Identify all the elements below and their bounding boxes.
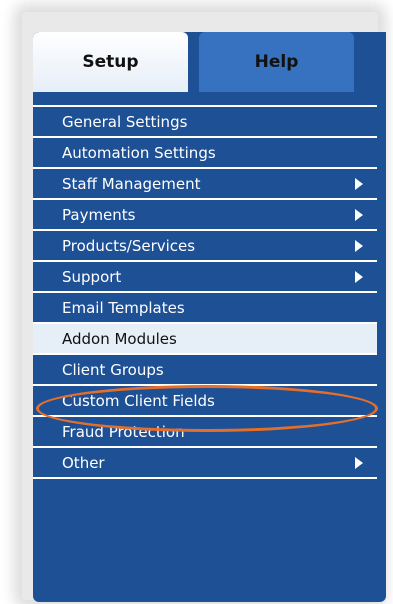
menu-item-products-services[interactable]: Products/Services [33, 229, 377, 260]
menu-item-label: Staff Management [62, 174, 201, 193]
menu-item-payments[interactable]: Payments [33, 198, 377, 229]
menu-item-general-settings[interactable]: General Settings [33, 105, 377, 136]
menu-item-client-groups[interactable]: Client Groups [33, 353, 377, 384]
menu-item-label: Fraud Protection [62, 422, 185, 441]
menu-item-email-templates[interactable]: Email Templates [33, 291, 377, 322]
menu-item-label: Products/Services [62, 236, 196, 255]
tab-bar: Setup Help [33, 32, 386, 92]
arrow-right-icon [355, 239, 363, 252]
menu-item-label: Custom Client Fields [62, 391, 215, 410]
tab-help[interactable]: Help [199, 32, 354, 92]
setup-menu-list: General Settings Automation Settings Sta… [33, 105, 386, 479]
arrow-right-icon [355, 270, 363, 283]
menu-item-other[interactable]: Other [33, 446, 377, 477]
setup-menu-panel: Setup Help General Settings Automation S… [33, 32, 386, 602]
arrow-right-icon [355, 177, 363, 190]
menu-item-label: Other [62, 453, 105, 472]
arrow-right-icon [355, 208, 363, 221]
menu-item-fraud-protection[interactable]: Fraud Protection [33, 415, 377, 446]
menu-item-automation-settings[interactable]: Automation Settings [33, 136, 377, 167]
arrow-right-icon [355, 456, 363, 469]
tab-setup[interactable]: Setup [33, 32, 188, 92]
menu-item-label: Support [62, 267, 122, 286]
menu-item-label: Client Groups [62, 360, 164, 379]
menu-item-label: Email Templates [62, 298, 185, 317]
menu-item-custom-client-fields[interactable]: Custom Client Fields [33, 384, 377, 415]
menu-item-addon-modules[interactable]: Addon Modules [33, 322, 377, 353]
menu-item-label: General Settings [62, 112, 188, 131]
menu-item-staff-management[interactable]: Staff Management [33, 167, 377, 198]
menu-item-support[interactable]: Support [33, 260, 377, 291]
menu-item-label: Payments [62, 205, 136, 224]
menu-item-label: Automation Settings [62, 143, 216, 162]
menu-bottom-divider [33, 477, 377, 479]
menu-item-label: Addon Modules [62, 329, 177, 348]
